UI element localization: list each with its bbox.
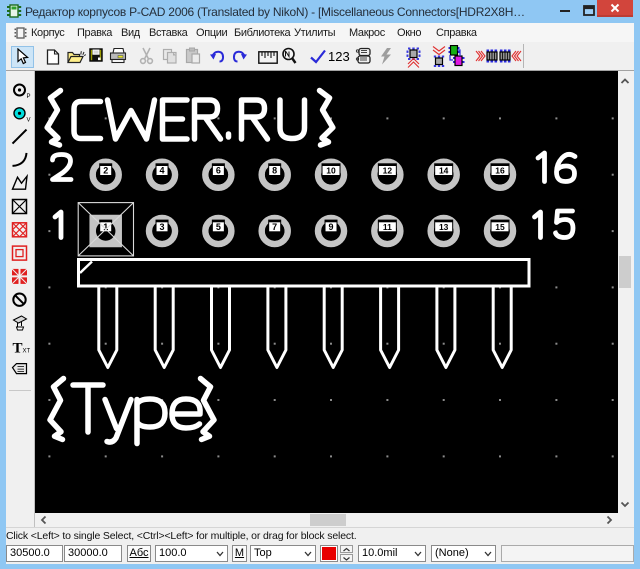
svg-text:7: 7 xyxy=(272,222,277,232)
svg-text:9: 9 xyxy=(329,222,334,232)
svg-text:16: 16 xyxy=(495,166,505,176)
svg-text:P: P xyxy=(27,94,31,100)
svg-text:8: 8 xyxy=(272,166,277,176)
svg-text:12: 12 xyxy=(383,166,393,176)
svg-text:2: 2 xyxy=(103,166,108,176)
svg-text:10: 10 xyxy=(326,166,336,176)
svg-text:XT: XT xyxy=(23,348,31,354)
svg-text:T: T xyxy=(13,340,23,356)
svg-text:V: V xyxy=(27,117,31,123)
svg-text:13: 13 xyxy=(439,222,449,232)
svg-text:4: 4 xyxy=(160,166,165,176)
svg-text:14: 14 xyxy=(439,166,449,176)
svg-text:6: 6 xyxy=(216,166,221,176)
svg-text:11: 11 xyxy=(383,222,392,232)
svg-text:3: 3 xyxy=(160,222,165,232)
svg-text:5: 5 xyxy=(216,222,221,232)
svg-text:15: 15 xyxy=(495,222,505,232)
